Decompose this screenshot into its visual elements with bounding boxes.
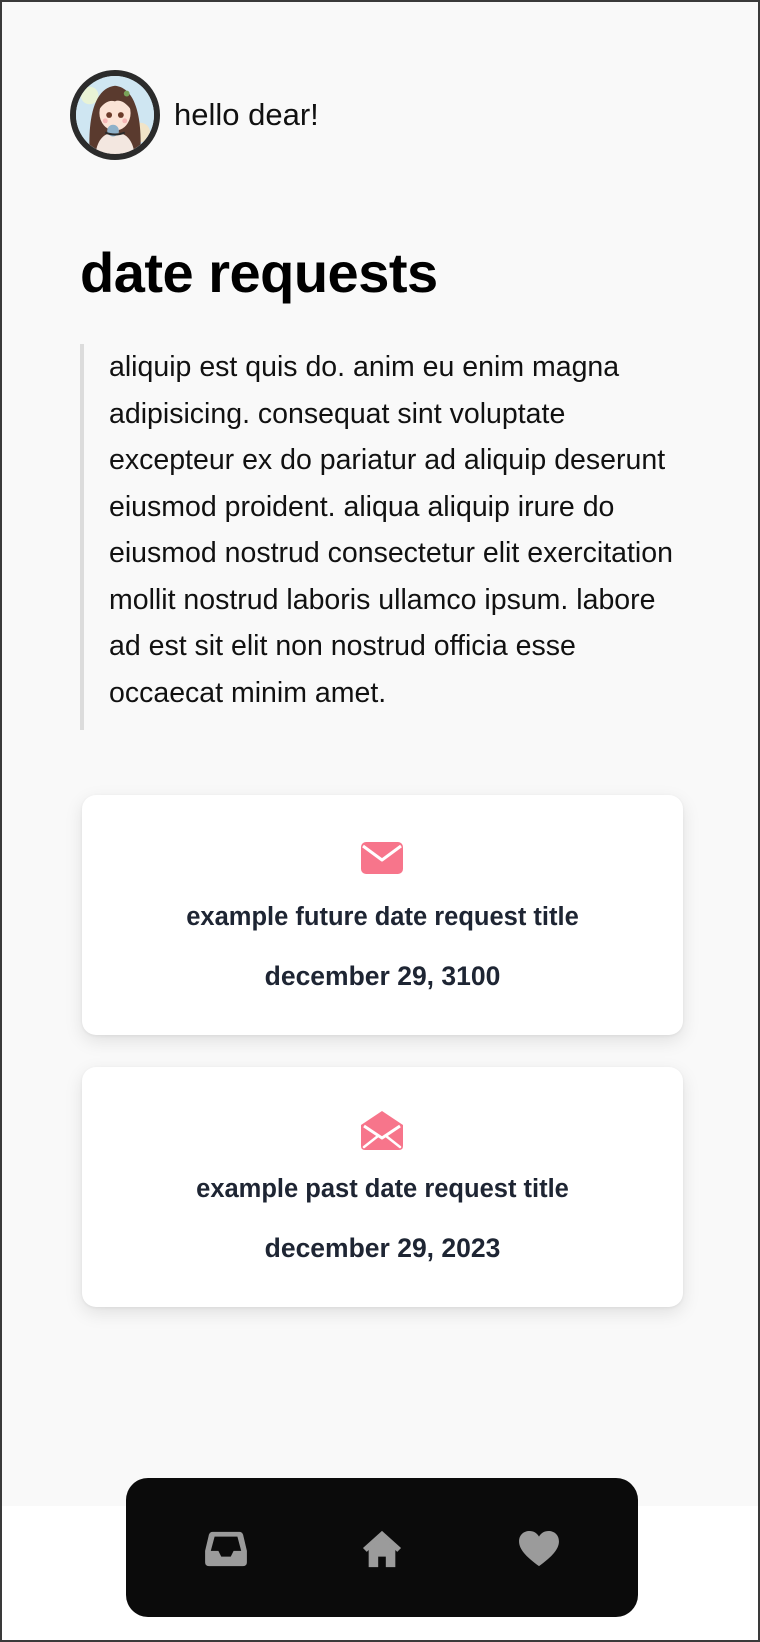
heart-icon (519, 1530, 559, 1567)
request-title: example future date request title (186, 903, 579, 931)
intro-blockquote: aliquip est quis do. anim eu enim magna … (80, 344, 685, 730)
inbox-icon (205, 1531, 247, 1567)
request-date: december 29, 2023 (264, 1233, 501, 1263)
request-title: example past date request title (196, 1175, 569, 1203)
nav-inbox-button[interactable] (203, 1526, 249, 1572)
header: hello dear! (70, 70, 319, 160)
avatar[interactable] (70, 70, 160, 160)
nav-favorites-button[interactable] (516, 1526, 562, 1572)
envelope-closed-icon (361, 842, 403, 874)
greeting-text: hello dear! (174, 97, 319, 132)
date-request-card-future[interactable]: example future date request title decemb… (82, 795, 683, 1035)
date-request-card-past[interactable]: example past date request title december… (82, 1067, 683, 1307)
page-title: date requests (80, 241, 438, 304)
app-screen: hello dear! date requests aliquip est qu… (0, 0, 760, 1642)
bottom-nav (126, 1478, 638, 1617)
nav-home-button[interactable] (359, 1526, 405, 1572)
envelope-open-icon (361, 1111, 403, 1150)
request-date: december 29, 3100 (264, 961, 501, 991)
intro-text: aliquip est quis do. anim eu enim magna … (109, 351, 673, 709)
home-icon (362, 1530, 402, 1568)
avatar-girl-illustration-icon (76, 76, 154, 154)
